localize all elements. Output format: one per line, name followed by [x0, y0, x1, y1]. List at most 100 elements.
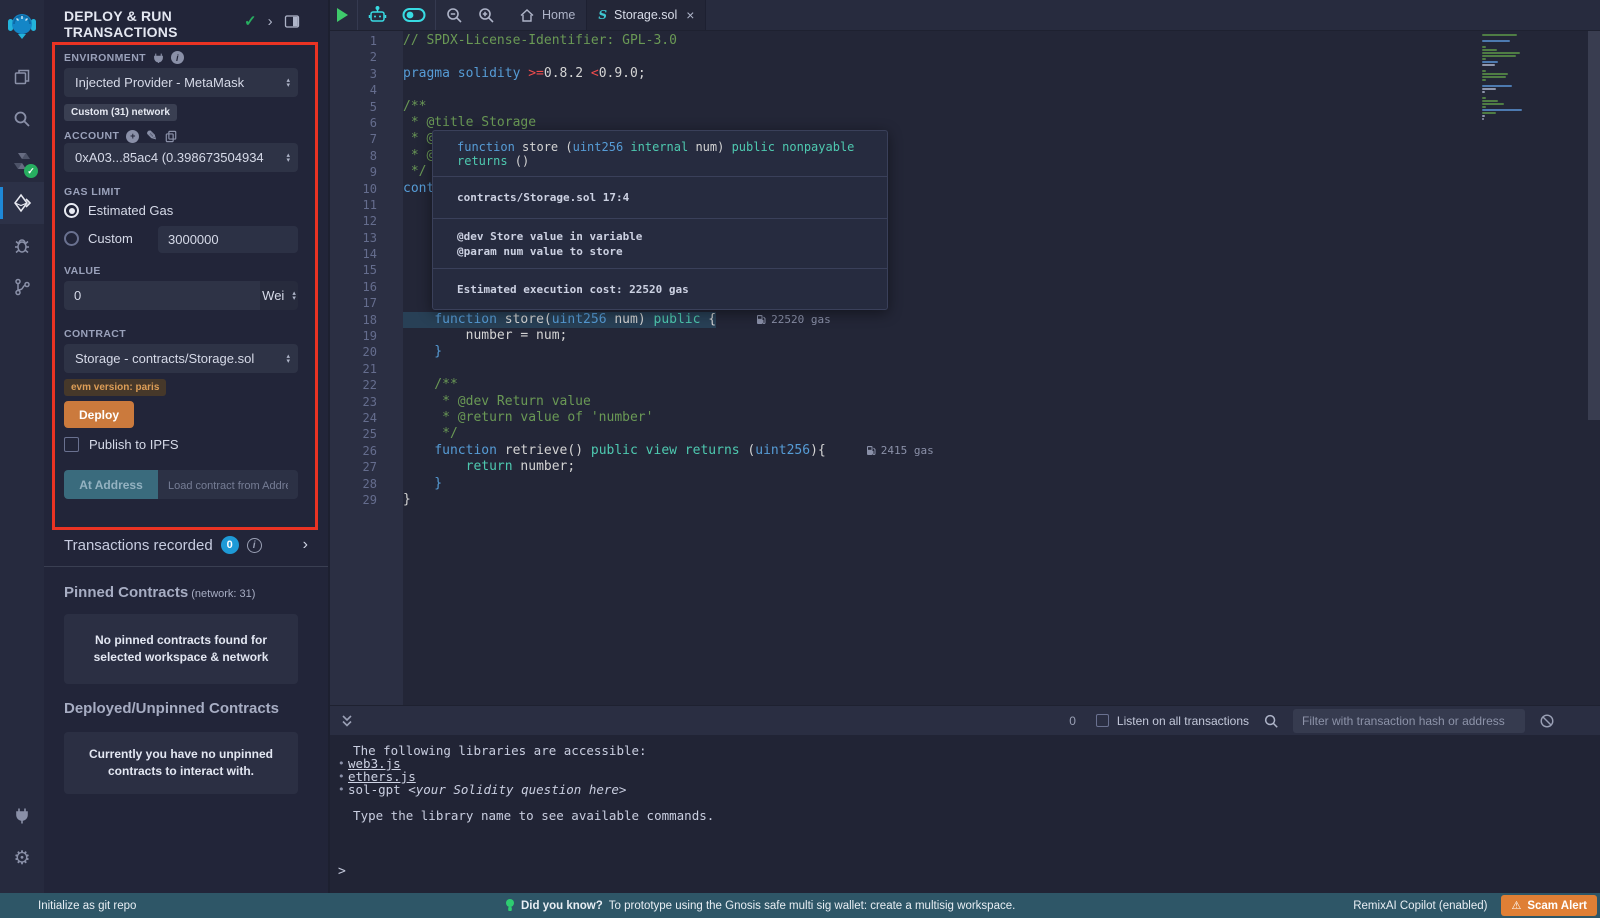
zoom-in-icon: [477, 6, 495, 24]
terminal-prompt[interactable]: >: [338, 864, 346, 879]
zoom-out-button[interactable]: [438, 0, 470, 30]
deploy-button[interactable]: Deploy: [64, 401, 134, 428]
code-line[interactable]: */: [403, 426, 1460, 442]
publish-ipfs-option[interactable]: Publish to IPFS: [64, 437, 179, 452]
tab-home[interactable]: Home: [508, 0, 586, 30]
search-icon[interactable]: [1263, 713, 1279, 729]
chevron-updown-icon: ▴▾: [286, 78, 290, 88]
code-line[interactable]: }: [403, 476, 1460, 492]
edit-account-icon[interactable]: ✎: [146, 128, 157, 144]
panel-expand-icon[interactable]: ›: [268, 13, 273, 30]
divider: [435, 0, 436, 30]
value-input[interactable]: [64, 281, 260, 310]
collapse-terminal-icon[interactable]: [340, 712, 354, 729]
sidebar-item-solidity-compiler[interactable]: ✓: [0, 140, 44, 182]
add-account-icon[interactable]: +: [126, 130, 139, 143]
tooltip-signature-line: function store (uint256 internal num) pu…: [457, 140, 863, 168]
git-init-button[interactable]: Initialize as git repo: [38, 900, 136, 912]
line-number: 29: [330, 492, 403, 508]
close-tab-icon[interactable]: ×: [686, 7, 694, 23]
value-unit-select[interactable]: Wei ▴▾: [260, 281, 298, 310]
sidebar-item-search[interactable]: [0, 98, 44, 140]
toggle-on-icon: [402, 6, 426, 24]
line-number: 28: [330, 476, 403, 492]
listen-all-transactions-option[interactable]: Listen on all transactions: [1096, 714, 1249, 728]
custom-gas-option[interactable]: Custom: [64, 231, 133, 246]
scam-alert-button[interactable]: ⚠ Scam Alert: [1501, 895, 1597, 916]
contract-select[interactable]: Storage - contracts/Storage.sol ▴▾: [64, 344, 298, 373]
copilot-toggle[interactable]: [395, 0, 433, 30]
at-address-button[interactable]: At Address: [64, 470, 158, 499]
at-address-input[interactable]: [158, 470, 298, 499]
environment-info-icon[interactable]: i: [171, 51, 184, 64]
radio-selected-icon[interactable]: [64, 203, 79, 218]
sidebar-item-settings[interactable]: ⚙: [0, 837, 44, 879]
terminal-filter-input[interactable]: [1293, 709, 1525, 733]
bullet-icon: •: [338, 757, 348, 770]
panel-title: DEPLOY & RUNTRANSACTIONS: [64, 8, 178, 40]
pin-panel-icon[interactable]: [284, 14, 300, 29]
transactions-info-icon[interactable]: i: [247, 538, 262, 553]
line-number: 14: [330, 246, 403, 262]
checkbox-icon[interactable]: [64, 437, 79, 452]
code-line[interactable]: number = num;: [403, 328, 1460, 344]
code-line[interactable]: return number;: [403, 459, 1460, 475]
tab-storage-sol[interactable]: S Storage.sol ×: [586, 0, 706, 30]
code-line[interactable]: pragma solidity >=0.8.2 <0.9.0;: [403, 66, 1460, 82]
copilot-status[interactable]: RemixAI Copilot (enabled): [1353, 900, 1487, 912]
value-label: VALUE: [64, 265, 101, 277]
code-line[interactable]: // SPDX-License-Identifier: GPL-3.0: [403, 33, 1460, 49]
radio-icon[interactable]: [64, 231, 79, 246]
minimap-line: [1482, 103, 1504, 105]
code-line[interactable]: [403, 361, 1460, 377]
fork-icon[interactable]: [153, 52, 164, 64]
code-line[interactable]: /**: [403, 99, 1460, 115]
terminal-toolbar: 0 Listen on all transactions: [330, 705, 1600, 735]
code-line[interactable]: }: [403, 344, 1460, 360]
sidebar-item-debugger[interactable]: [0, 224, 44, 266]
line-number: 15: [330, 262, 403, 278]
copy-icon[interactable]: [165, 130, 177, 143]
minimap-line: [1482, 118, 1484, 120]
code-line[interactable]: * @title Storage: [403, 115, 1460, 131]
editor-scrollbar[interactable]: [1588, 31, 1600, 420]
bullet-icon: •: [338, 770, 348, 783]
estimated-gas-option[interactable]: Estimated Gas: [64, 203, 173, 218]
sidebar-item-git[interactable]: [0, 266, 44, 308]
code-line[interactable]: [403, 49, 1460, 65]
line-number: 11: [330, 197, 403, 213]
code-line[interactable]: [403, 82, 1460, 98]
environment-select[interactable]: Injected Provider - MetaMask ▴▾: [64, 68, 298, 97]
line-number: 17: [330, 295, 403, 311]
run-script-button[interactable]: [330, 0, 355, 30]
editor-minimap[interactable]: [1477, 34, 1548, 121]
chevron-updown-icon: ▴▾: [286, 354, 290, 364]
custom-gas-input[interactable]: [158, 226, 298, 253]
line-number: 5: [330, 99, 403, 115]
minimap-line: [1482, 76, 1506, 78]
remix-logo[interactable]: [0, 2, 44, 48]
clear-terminal-icon[interactable]: [1539, 713, 1555, 729]
code-line[interactable]: /**: [403, 377, 1460, 393]
git-icon: [12, 277, 32, 297]
divider: [44, 566, 328, 567]
home-icon: [519, 8, 535, 23]
tooltip-location: contracts/Storage.sol 17:4: [433, 177, 887, 219]
transactions-expand-icon[interactable]: ›: [303, 536, 308, 554]
code-line[interactable]: * @dev Return value: [403, 394, 1460, 410]
zoom-in-button[interactable]: [470, 0, 502, 30]
code-line[interactable]: function store(uint256 num) public {2252…: [403, 312, 1460, 328]
code-line[interactable]: function retrieve() public view returns …: [403, 443, 1460, 459]
code-line[interactable]: }: [403, 492, 1460, 508]
code-line[interactable]: * @return value of 'number': [403, 410, 1460, 426]
terminal-output[interactable]: The following libraries are accessible:•…: [330, 735, 1600, 893]
sidebar-item-plugin-manager[interactable]: [0, 795, 44, 837]
terminal-line: The following libraries are accessible:: [330, 744, 1600, 757]
remixai-assistant-button[interactable]: [360, 0, 395, 30]
sidebar-item-file-explorer[interactable]: [0, 56, 44, 98]
sidebar-item-deploy-run[interactable]: [0, 182, 44, 224]
hover-tooltip: function store (uint256 internal num) pu…: [432, 130, 888, 310]
code-editor[interactable]: 1234567891011121314151617181920212223242…: [330, 31, 1600, 705]
checkbox-icon[interactable]: [1096, 714, 1109, 727]
account-select[interactable]: 0xA03...85ac4 (0.398673504934 ▴▾: [64, 143, 298, 172]
